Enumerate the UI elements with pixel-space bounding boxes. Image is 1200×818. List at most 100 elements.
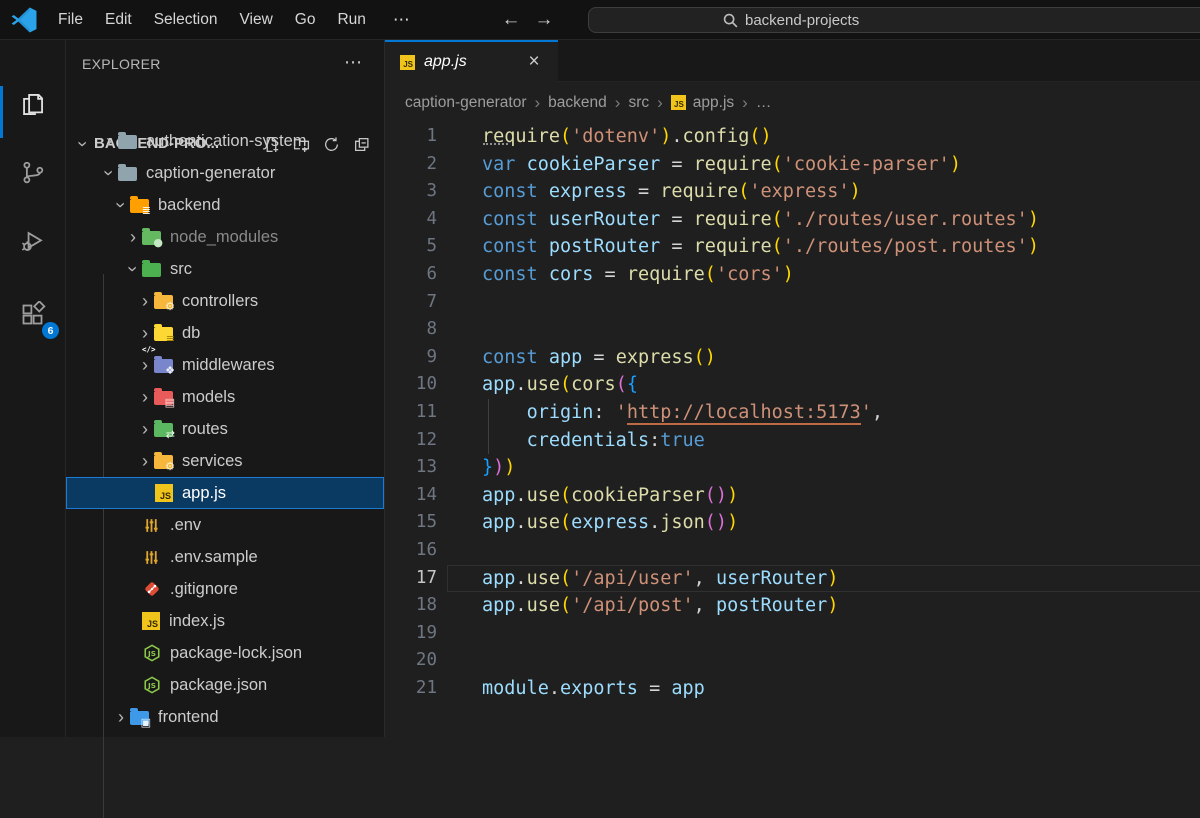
code-line[interactable]: 1 require('dotenv').config() — [385, 123, 1200, 151]
code-line[interactable]: 7 — [385, 289, 1200, 317]
line-number: 20 — [415, 650, 437, 671]
code-token: exports — [559, 677, 638, 699]
source-control-icon[interactable] — [0, 141, 65, 203]
folder-routes-icon: ⇄ — [154, 419, 175, 440]
code-token: const — [482, 181, 538, 203]
tree-item-frontend[interactable]: ▣ frontend — [66, 701, 384, 733]
explorer-sidebar: EXPLORER ⋯ BACKEND-PRO... authentication… — [66, 40, 385, 818]
tree-item-controllers[interactable]: ⚙ controllers — [66, 285, 384, 317]
menu-file[interactable]: File — [47, 0, 94, 40]
code-token: app — [482, 567, 516, 589]
tree-item-label: controllers — [182, 291, 259, 310]
code-line[interactable]: 20 — [385, 647, 1200, 675]
vscode-logo-icon[interactable] — [11, 7, 37, 33]
code-token: '/api/user' — [571, 567, 694, 589]
navigate-forward-icon[interactable]: → — [530, 0, 558, 40]
menu-view[interactable]: View — [228, 0, 283, 40]
code-line[interactable]: 13})) — [385, 454, 1200, 482]
code-line[interactable]: 8 — [385, 316, 1200, 344]
line-number: 18 — [415, 595, 437, 616]
tree-item-gitignore[interactable]: .gitignore — [66, 573, 384, 605]
code-line[interactable]: 2 var cookieParser = require('cookie-pars… — [385, 151, 1200, 179]
line-number: 14 — [415, 484, 437, 505]
navigate-back-icon[interactable]: ← — [497, 0, 525, 40]
code-text: app.use(cookieParser()) — [482, 482, 738, 510]
tree-item-routes[interactable]: ⇄ routes — [66, 413, 384, 445]
line-number: 12 — [415, 429, 437, 450]
code-token: postRouter — [715, 595, 828, 617]
tree-item-caption-generator[interactable]: caption-generator — [66, 157, 384, 189]
code-token: ' — [615, 401, 627, 423]
menu-selection[interactable]: Selection — [143, 0, 229, 40]
chevron-right-icon — [124, 228, 142, 246]
code-token: () — [749, 126, 772, 147]
code-line[interactable]: 16 — [385, 537, 1200, 565]
tree-item-app-js[interactable]: app.js — [66, 477, 384, 509]
code-line[interactable]: 17 app.use('/api/user', userRouter) — [385, 564, 1200, 593]
tree-item-package-json[interactable]: JS package.json — [66, 669, 384, 701]
line-number: 16 — [415, 539, 437, 560]
breadcrumb-item[interactable]: backend — [548, 94, 607, 112]
tree-item-src[interactable]: </> src — [66, 253, 384, 353]
tree-item-env-sample[interactable]: .env.sample — [66, 541, 384, 573]
folder-models-icon: ▤ — [154, 387, 175, 408]
code-line[interactable]: 6 const cors = require('cors') — [385, 261, 1200, 289]
breadcrumb-item[interactable]: caption-generator — [405, 94, 527, 112]
menu-overflow-icon[interactable]: ⋯ — [383, 10, 420, 30]
tree-item-index-js[interactable]: index.js — [66, 605, 384, 637]
code-token: 'dotenv' — [571, 126, 661, 147]
code-line[interactable]: 12 credentials:true — [385, 426, 1200, 455]
menu-go[interactable]: Go — [284, 0, 327, 40]
tree-item-middlewares[interactable]: ❖ middlewares — [66, 349, 384, 381]
file-tree: authentication-system caption-generator … — [66, 125, 384, 818]
tree-item-label: package.json — [170, 675, 268, 694]
tree-item-node-modules[interactable]: ● node_modules — [66, 221, 384, 253]
search-input[interactable] — [745, 8, 1045, 32]
tree-item-backend[interactable]: ≣ backend — [66, 189, 384, 221]
menu-run[interactable]: Run — [326, 0, 376, 40]
code-line[interactable]: 4 const userRouter = require('./routes/us… — [385, 206, 1200, 234]
code-token: require — [693, 236, 772, 258]
env-file-icon — [142, 548, 161, 566]
code-line[interactable]: 15 app.use(express.json()) — [385, 509, 1200, 537]
tree-item-services[interactable]: ⚙ services — [66, 445, 384, 477]
code-line[interactable]: 14 app.use(cookieParser()) — [385, 482, 1200, 510]
command-center-search[interactable] — [588, 7, 1200, 33]
line-number: 13 — [415, 457, 437, 478]
code-line[interactable]: 21 module.exports = app — [385, 675, 1200, 703]
tree-item-label: node_modules — [170, 227, 279, 246]
code-token: const — [482, 263, 538, 285]
code-line[interactable]: 10 app.use(cors({ — [385, 371, 1200, 399]
menu-edit[interactable]: Edit — [94, 0, 143, 40]
breadcrumb-item-file[interactable]: app.js — [693, 94, 734, 112]
breadcrumb-item[interactable]: src — [628, 94, 649, 112]
tree-item-package-lock-json[interactable]: JS package-lock.json — [66, 637, 384, 669]
tree-item-db[interactable]: ≡ db — [66, 317, 384, 349]
explorer-more-actions-icon[interactable]: ⋯ — [344, 52, 362, 73]
tree-item-env[interactable]: .env — [66, 509, 384, 541]
code-line[interactable]: 11 origin: 'http://localhost:5173', — [385, 398, 1200, 427]
code-line[interactable]: 19 — [385, 620, 1200, 648]
code-token: . — [515, 595, 527, 617]
code-line[interactable]: 5 const postRouter = require('./routes/po… — [385, 233, 1200, 261]
close-icon[interactable] — [522, 50, 546, 74]
explorer-icon[interactable] — [0, 73, 65, 135]
line-number: 8 — [426, 319, 437, 340]
code-token: , — [871, 401, 883, 423]
code-line[interactable]: 9 const app = express() — [385, 344, 1200, 372]
code-line[interactable]: 18 app.use('/api/post', postRouter) — [385, 592, 1200, 620]
tree-item-authentication-system[interactable]: authentication-system — [66, 125, 384, 157]
code-text: const userRouter = require('./routes/use… — [482, 206, 1039, 234]
code-token: userRouter — [548, 208, 661, 230]
code-token: const — [482, 346, 538, 368]
tree-item-models[interactable]: ▤ models — [66, 381, 384, 413]
run-and-debug-icon[interactable] — [0, 210, 65, 272]
tab-app-js[interactable]: app.js — [385, 40, 558, 82]
extensions-icon[interactable]: 6 — [0, 283, 65, 345]
chevron-right-icon — [136, 388, 154, 406]
code-lines[interactable]: 1 require('dotenv').config() 2 var cookiePa… — [385, 123, 1200, 702]
javascript-file-icon — [155, 484, 173, 502]
tree-item-label: db — [182, 323, 201, 342]
code-line[interactable]: 3 const express = require('express') — [385, 178, 1200, 206]
breadcrumb-item-more[interactable]: … — [756, 94, 772, 112]
